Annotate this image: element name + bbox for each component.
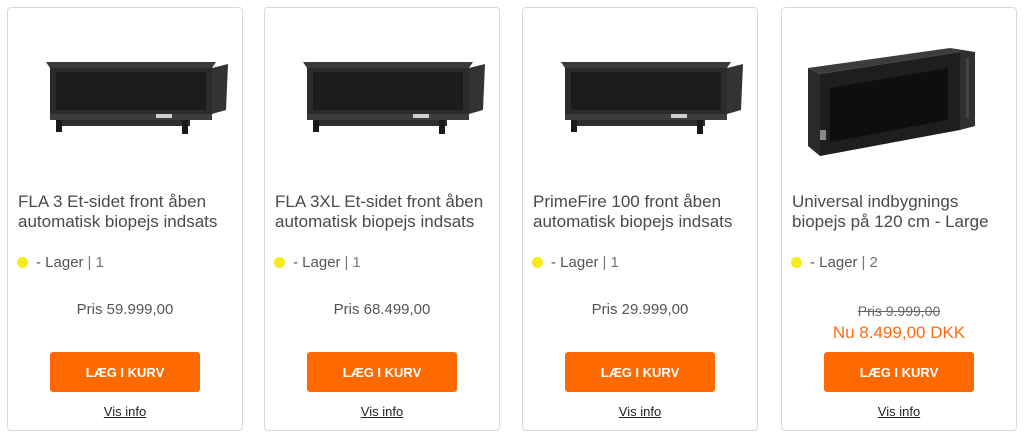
stock-quantity: 1 [95,254,104,271]
product-image[interactable] [16,18,236,166]
stock-separator: | [344,254,349,271]
product-card: FLA 3XL Et-sidet front åben automatisk b… [264,7,500,431]
stock-separator: | [87,254,92,271]
product-image[interactable] [273,18,493,166]
sale-price: Nu 8.499,00 DKK [832,323,966,342]
product-price: Pris 68.499,00 [333,301,431,318]
stock-quantity: 2 [869,254,878,271]
product-price: Pris 59.999,00 [76,301,174,318]
view-info-link[interactable]: Vis info [265,404,499,419]
view-info-link[interactable]: Vis info [523,404,757,419]
product-image[interactable] [790,18,1010,166]
stock-quantity: 1 [352,254,361,271]
product-title[interactable]: FLA 3XL Et-sidet front åben automatisk b… [275,192,495,252]
product-card: Universal indbygnings biopejs på 120 cm … [781,7,1017,431]
product-price: Pris 29.999,00 [591,301,689,318]
stock-dot-icon [791,257,802,268]
stock-status: - Lager | 1 [17,254,104,271]
view-info-link[interactable]: Vis info [782,404,1016,419]
add-to-cart-button[interactable]: LÆG I KURV [307,352,457,392]
stock-dot-icon [274,257,285,268]
old-price: Pris 9.999,00 [857,303,941,319]
product-image[interactable] [531,18,751,166]
add-to-cart-button[interactable]: LÆG I KURV [565,352,715,392]
product-card: FLA 3 Et-sidet front åben automatisk bio… [7,7,243,431]
stock-dot-icon [17,257,28,268]
stock-quantity: 1 [610,254,619,271]
stock-label: - Lager [551,254,599,271]
add-to-cart-button[interactable]: LÆG I KURV [50,352,200,392]
stock-label: - Lager [36,254,84,271]
stock-label: - Lager [810,254,858,271]
stock-separator: | [602,254,607,271]
product-title[interactable]: FLA 3 Et-sidet front åben automatisk bio… [18,192,238,252]
stock-status: - Lager | 1 [532,254,619,271]
stock-separator: | [861,254,866,271]
stock-label: - Lager [293,254,341,271]
product-card: PrimeFire 100 front åben automatisk biop… [522,7,758,431]
stock-status: - Lager | 1 [274,254,361,271]
stock-dot-icon [532,257,543,268]
add-to-cart-button[interactable]: LÆG I KURV [824,352,974,392]
product-title[interactable]: Universal indbygnings biopejs på 120 cm … [792,192,1012,252]
view-info-link[interactable]: Vis info [8,404,242,419]
product-title[interactable]: PrimeFire 100 front åben automatisk biop… [533,192,753,252]
stock-status: - Lager | 2 [791,254,878,271]
